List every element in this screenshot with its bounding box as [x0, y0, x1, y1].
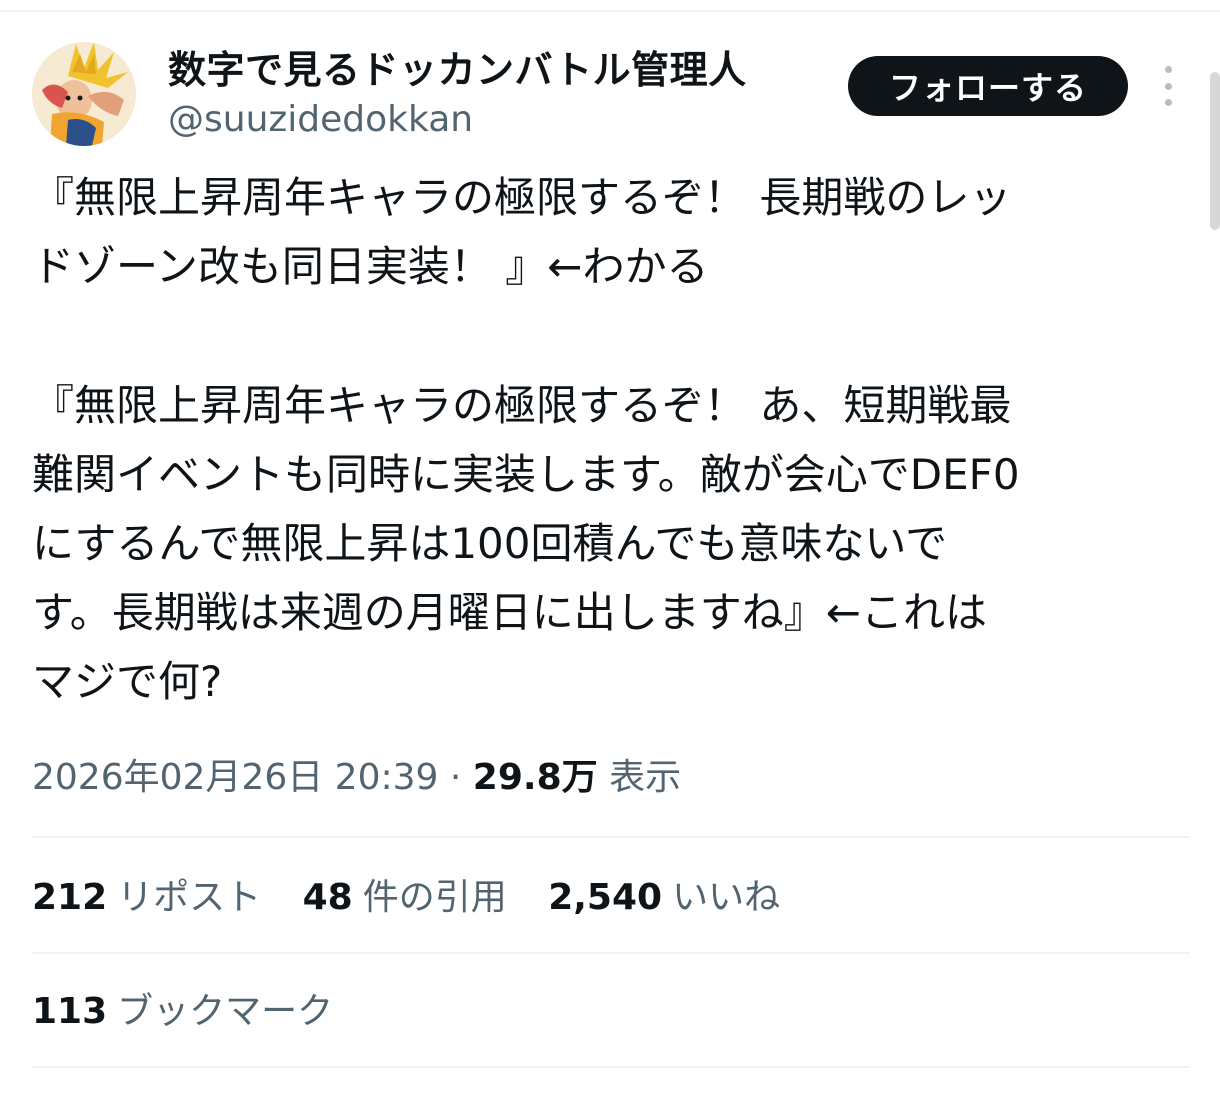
tweet-text-line: す。長期戦は来週の月曜日に出しますね』←これは [32, 588, 987, 637]
user-handle[interactable]: @suuzidedokkan [168, 96, 747, 144]
meta-separator: · [449, 757, 462, 798]
tweet-text: 『無限上昇周年キャラの極限するぞ！ 長期戦のレッ ドゾーン改も同日実装！ 』←わ… [32, 163, 1192, 716]
tweet-text-line: ドゾーン改も同日実装！ 』←わかる [32, 242, 709, 291]
divider [32, 952, 1190, 954]
user-names: 数字で見るドッカンバトル管理人 @suuzidedokkan [168, 44, 747, 144]
reposts-stat[interactable]: 212 リポスト [32, 870, 261, 926]
quotes-stat[interactable]: 48 件の引用 [303, 870, 507, 926]
views-label: 表示 [609, 757, 682, 798]
engagement-stats: 212 リポスト 48 件の引用 2,540 いいね [32, 870, 810, 926]
tweet-text-line: にするんで無限上昇は100回積んでも意味ないで [32, 519, 948, 568]
bookmarks-stat[interactable]: 113 ブックマーク [32, 984, 333, 1040]
tweet-header: 数字で見るドッカンバトル管理人 @suuzidedokkan フォローする [32, 42, 1192, 148]
avatar-eye [65, 95, 71, 101]
likes-label: いいね [672, 877, 781, 918]
bookmarks-count: 113 [32, 991, 108, 1032]
follow-button[interactable]: フォローする [848, 56, 1128, 116]
tweet-text-line: マジで何? [32, 657, 223, 706]
more-dot [1164, 99, 1172, 106]
likes-stat[interactable]: 2,540 いいね [548, 870, 780, 926]
more-dot [1164, 82, 1172, 90]
more-dot [1164, 66, 1172, 73]
avatar-illustration [32, 42, 136, 146]
avatar[interactable] [32, 42, 136, 146]
reposts-label: リポスト [117, 877, 262, 918]
avatar-eye [77, 95, 83, 101]
divider [32, 1066, 1190, 1068]
quotes-label: 件の引用 [362, 877, 507, 918]
tweet-text-line: 『無限上昇周年キャラの極限するぞ！ あ、短期戦最 [32, 381, 1012, 430]
tweet-text-line: 『無限上昇周年キャラの極限するぞ！ 長期戦のレッ [32, 173, 1012, 222]
likes-count: 2,540 [548, 877, 663, 918]
reposts-count: 212 [32, 877, 108, 918]
display-name[interactable]: 数字で見るドッカンバトル管理人 [168, 44, 747, 96]
views-count: 29.8万 [472, 757, 598, 798]
tweet-meta: 2026年02月26日 20:39 · 29.8万 表示 [32, 752, 681, 804]
divider [32, 836, 1190, 838]
top-divider [0, 10, 1220, 12]
timestamp[interactable]: 2026年02月26日 20:39 [32, 757, 438, 798]
bookmarks-stat-row: 113 ブックマーク [32, 984, 363, 1040]
bookmarks-label: ブックマーク [117, 991, 334, 1032]
quotes-count: 48 [302, 877, 353, 918]
scroll-indicator[interactable] [1210, 72, 1220, 230]
tweet-text-line: 難関イベントも同時に実装します。敵が会心でDEF0 [32, 450, 1020, 499]
more-vertical-icon[interactable] [1156, 66, 1180, 106]
